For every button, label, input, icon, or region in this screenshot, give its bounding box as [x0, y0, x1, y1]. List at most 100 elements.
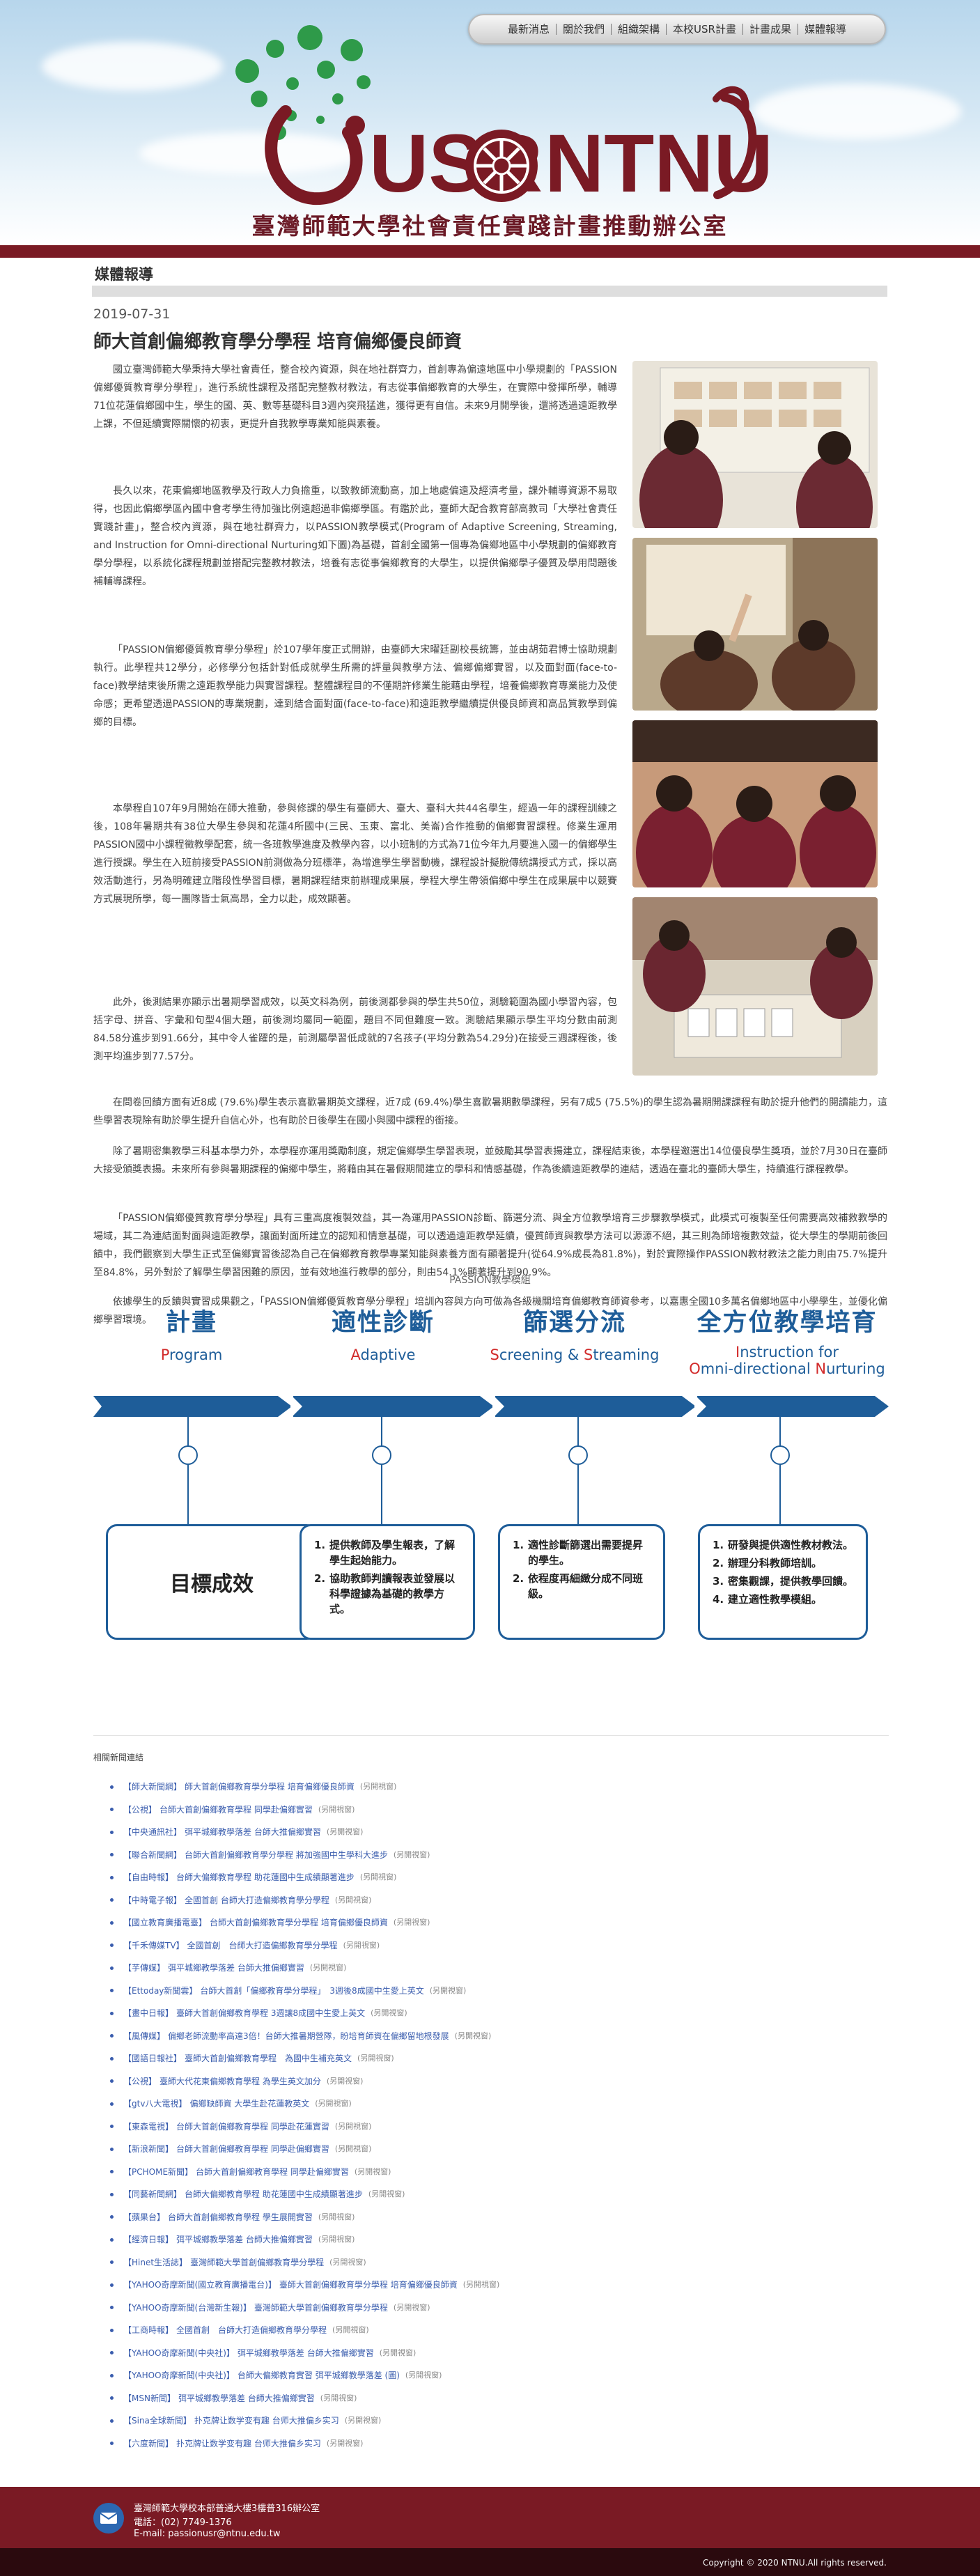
news-source[interactable]: 【國立教育廣播電臺】: [123, 1917, 207, 1928]
news-title-link[interactable]: 全國首創 台師大打造偏鄉教育學分學程: [187, 1940, 338, 1951]
news-title-link[interactable]: 扑克牌让数学变有趣 台师大推偏乡实习: [194, 2415, 339, 2426]
news-title-link[interactable]: 台師大首創偏鄉教育學程 同學赴偏鄉實習: [160, 1804, 313, 1815]
news-source[interactable]: 【蘋果台】: [123, 2212, 165, 2223]
news-link-item[interactable]: 【國語日報社】 臺師大首創偏鄉教育學程 為國中生補充英文 (另開視窗): [110, 2047, 807, 2070]
news-title-link[interactable]: 台師大首創「偏鄉教育學分學程」 3週後8成國中生愛上英文: [200, 1985, 423, 1996]
news-title-link[interactable]: 弭平城鄉教學落差 台師大推偏鄉實習: [176, 2234, 313, 2245]
news-source[interactable]: 【YAHOO奇摩新聞(中央社)】: [123, 2348, 235, 2359]
adaptive-box: 1. 提供教師及學生報表，了解學生起始能力。 2. 協助教師判讀報表並發展以科學證據…: [300, 1524, 475, 1640]
news-title-link[interactable]: 師大首創偏鄉教育學分學程 培育偏鄉優良師資: [185, 1781, 355, 1792]
news-title-link[interactable]: 扑克牌让数学变有趣 台师大推偏乡实习: [176, 2438, 321, 2449]
news-source[interactable]: 【畫中日報】: [123, 2008, 173, 2019]
news-title-link[interactable]: 弭平城鄉教學落差 台師大推偏鄉實習: [178, 2393, 315, 2404]
news-source[interactable]: 【YAHOO奇摩新聞(國立教育廣播電台)】: [123, 2279, 277, 2290]
news-link-item[interactable]: 【國立教育廣播電臺】 台師大首創偏鄉教育學分學程 培育偏鄉優良師資 (另開視窗): [110, 1911, 807, 1934]
news-link-item[interactable]: 【千禾傳媒TV】 全國首創 台師大打造偏鄉教育學分學程 (另開視窗): [110, 1934, 807, 1957]
news-link-item[interactable]: 【東森電視】 台師大首創偏鄉教育學程 同學赴花蓮實習 (另開視窗): [110, 2116, 807, 2139]
news-link-item[interactable]: 【YAHOO奇摩新聞(中央社)】 弭平城鄉教學落差 台師大推偏鄉實習 (另開視窗): [110, 2342, 807, 2365]
news-link-item[interactable]: 【PCHOME新聞】 台師大首創偏鄉教育學程 同學赴偏鄉實習 (另開視窗): [110, 2161, 807, 2184]
news-title-link[interactable]: 臺灣師範大學首創偏鄉教育學分學程: [190, 2257, 324, 2268]
news-link-item[interactable]: 【六度新聞】 扑克牌让数学变有趣 台师大推偏乡实习 (另開視窗): [110, 2433, 807, 2455]
news-link-item[interactable]: 【gtv八大電視】 偏鄉缺師資 大學生赴花蓮教英文 (另開視窗): [110, 2093, 807, 2116]
news-link-item[interactable]: 【YAHOO奇摩新聞(台灣新生報)】 臺灣師範大學首創偏鄉教育學分學程 (另開視窗): [110, 2297, 807, 2320]
news-source[interactable]: 【東森電視】: [123, 2121, 173, 2132]
news-source[interactable]: 【國語日報社】: [123, 2053, 182, 2064]
news-link-item[interactable]: 【公視】 臺師大代花東偏鄉教育學程 為學生英文加分 (另開視窗): [110, 2070, 807, 2093]
news-link-item[interactable]: 【經濟日報】 弭平城鄉教學落差 台師大推偏鄉實習 (另開視窗): [110, 2228, 807, 2251]
news-link-item[interactable]: 【風傳媒】 偏鄉老師流動率高達3倍！台師大推暑期營隊，盼培育師資在偏鄉留地根發展 (…: [110, 2025, 807, 2048]
news-link-item[interactable]: 【公視】 台師大首創偏鄉教育學程 同學赴偏鄉實習 (另開視窗): [110, 1799, 807, 1822]
news-link-item[interactable]: 【工商時報】 全國首創 台師大打造偏鄉教育學分學程 (另開視窗): [110, 2319, 807, 2342]
news-link-item[interactable]: 【YAHOO奇摩新聞(中央社)】 台師大偏鄉教育實習 弭平城鄉教學落差 (圖) (另…: [110, 2364, 807, 2387]
news-title-link[interactable]: 臺師大首創偏鄉教育學分學程 培育偏鄉優良師資: [279, 2279, 458, 2290]
news-title-link[interactable]: 台師大偏鄉教育學程 助花蓮國中生成績顯著進步: [185, 2189, 363, 2200]
news-source[interactable]: 【風傳媒】: [123, 2031, 165, 2042]
news-source[interactable]: 【中央通訊社】: [123, 1826, 182, 1838]
news-title-link[interactable]: 台師大首創偏鄉教育學分學程 將加強國中生學科大進步: [185, 1849, 388, 1861]
news-link-item[interactable]: 【Hinet生活誌】 臺灣師範大學首創偏鄉教育學分學程 (另開視窗): [110, 2251, 807, 2274]
news-link-item[interactable]: 【MSN新聞】 弭平城鄉教學落差 台師大推偏鄉實習 (另開視窗): [110, 2387, 807, 2410]
news-title-link[interactable]: 全國首創 台師大打造偏鄉教育學分學程: [176, 2325, 327, 2336]
news-link-item[interactable]: 【聯合新聞網】 台師大首創偏鄉教育學分學程 將加強國中生學科大進步 (另開視窗): [110, 1844, 807, 1867]
news-link-item[interactable]: 【Ettoday新聞雲】 台師大首創「偏鄉教育學分學程」 3週後8成國中生愛上英文…: [110, 1980, 807, 2003]
news-source[interactable]: 【公視】: [123, 1804, 157, 1815]
news-title-link[interactable]: 台師大首創偏鄉教育學程 學生展開實習: [168, 2212, 313, 2223]
news-source[interactable]: 【公視】: [123, 2076, 157, 2087]
news-title-link[interactable]: 台師大偏鄉教育學程 助花蓮國中生成績顯著進步: [176, 1872, 355, 1883]
news-source[interactable]: 【六度新聞】: [123, 2438, 173, 2449]
news-source[interactable]: 【YAHOO奇摩新聞(台灣新生報)】: [123, 2302, 251, 2313]
diagram-caption: PASSION教學模組: [449, 1275, 531, 1286]
footer-email[interactable]: E-mail: passionusr@ntnu.edu.tw: [134, 2529, 281, 2539]
news-title-link[interactable]: 台師大偏鄉教育實習 弭平城鄉教學落差 (圖): [238, 2370, 400, 2381]
news-title-link[interactable]: 弭平城鄉教學落差 台師大推偏鄉實習: [185, 1826, 321, 1838]
news-source[interactable]: 【Ettoday新聞雲】: [123, 1985, 197, 1996]
news-link-item[interactable]: 【中時電子報】 全國首創 台師大打造偏鄉教育學分學程 (另開視窗): [110, 1889, 807, 1912]
news-title-link[interactable]: 弭平城鄉教學落差 台師大推偏鄉實習: [238, 2348, 374, 2359]
news-source[interactable]: 【PCHOME新聞】: [123, 2166, 193, 2178]
news-source[interactable]: 【師大新聞網】: [123, 1781, 182, 1792]
news-title-link[interactable]: 臺灣師範大學首創偏鄉教育學分學程: [254, 2302, 388, 2313]
news-link-item[interactable]: 【畫中日報】 臺師大首創偏鄉教育學程 3週讓8成國中生愛上英文 (另開視窗): [110, 2002, 807, 2025]
photo-classroom-students-hands-up[interactable]: [632, 538, 878, 711]
news-title-link[interactable]: 臺師大首創偏鄉教育學程 3週讓8成國中生愛上英文: [176, 2008, 365, 2019]
news-link-item[interactable]: 【蘋果台】 台師大首創偏鄉教育學程 學生展開實習 (另開視窗): [110, 2206, 807, 2229]
photo-students-game[interactable]: [632, 897, 878, 1076]
news-link-item[interactable]: 【YAHOO奇摩新聞(國立教育廣播電台)】 臺師大首創偏鄉教育學分學程 培育偏鄉優…: [110, 2274, 807, 2297]
news-source[interactable]: 【經濟日報】: [123, 2234, 173, 2245]
news-title-link[interactable]: 台師大首創偏鄉教育學程 同學赴花蓮實習: [176, 2121, 329, 2132]
news-link-item[interactable]: 【Sina全球新聞】 扑克牌让数学变有趣 台师大推偏乡实习 (另開視窗): [110, 2410, 807, 2433]
news-link-item[interactable]: 【同藝新聞網】 台師大偏鄉教育學程 助花蓮國中生成績顯著進步 (另開視窗): [110, 2183, 807, 2206]
news-title-link[interactable]: 台師大首創偏鄉教育學分學程 培育偏鄉優良師資: [210, 1917, 388, 1928]
news-source[interactable]: 【同藝新聞網】: [123, 2189, 182, 2200]
news-link-item[interactable]: 【新浪新聞】 台師大首創偏鄉教育學程 同學赴偏鄉實習 (另開視窗): [110, 2138, 807, 2161]
news-title-link[interactable]: 偏鄉老師流動率高達3倍！台師大推暑期營隊，盼培育師資在偏鄉留地根發展: [168, 2031, 449, 2042]
photo-classroom-board[interactable]: [632, 361, 878, 528]
news-source[interactable]: 【芋傳媒】: [123, 1962, 165, 1973]
news-source[interactable]: 【Sina全球新聞】: [123, 2415, 192, 2426]
news-source[interactable]: 【YAHOO奇摩新聞(中央社)】: [123, 2370, 235, 2381]
news-source[interactable]: 【gtv八大電視】: [123, 2098, 187, 2109]
news-link-item[interactable]: 【自由時報】 台師大偏鄉教育學程 助花蓮國中生成績顯著進步 (另開視窗): [110, 1866, 807, 1889]
news-title-link[interactable]: 台師大首創偏鄉教育學程 同學赴偏鄉實習: [196, 2166, 349, 2178]
news-title-link[interactable]: 偏鄉缺師資 大學生赴花蓮教英文: [189, 2098, 309, 2109]
nav-item-media[interactable]: 媒體報導: [798, 24, 853, 35]
related-news-title: 相關新聞連結: [93, 1753, 144, 1762]
news-source[interactable]: 【工商時報】: [123, 2325, 173, 2336]
news-source[interactable]: 【中時電子報】: [123, 1895, 182, 1906]
news-source[interactable]: 【自由時報】: [123, 1872, 173, 1883]
stage-title: 全方位教學培育: [697, 1309, 878, 1337]
news-link-item[interactable]: 【師大新聞網】 師大首創偏鄉教育學分學程 培育偏鄉優良師資 (另開視窗): [110, 1776, 807, 1799]
news-title-link[interactable]: 台師大首創偏鄉教育學程 同學赴偏鄉實習: [176, 2143, 329, 2155]
photo-students-group[interactable]: [632, 720, 878, 887]
news-source[interactable]: 【聯合新聞網】: [123, 1849, 182, 1861]
news-source[interactable]: 【千禾傳媒TV】: [123, 1940, 185, 1951]
news-title-link[interactable]: 全國首創 台師大打造偏鄉教育學分學程: [185, 1895, 329, 1906]
news-source[interactable]: 【新浪新聞】: [123, 2143, 173, 2155]
news-source[interactable]: 【Hinet生活誌】: [123, 2257, 187, 2268]
news-link-item[interactable]: 【芋傳媒】 弭平城鄉教學落差 台師大推偏鄉實習 (另開視窗): [110, 1957, 807, 1980]
news-link-item[interactable]: 【中央通訊社】 弭平城鄉教學落差 台師大推偏鄉實習 (另開視窗): [110, 1821, 807, 1844]
news-title-link[interactable]: 臺師大首創偏鄉教育學程 為國中生補充英文: [185, 2053, 352, 2064]
news-title-link[interactable]: 弭平城鄉教學落差 台師大推偏鄉實習: [168, 1962, 304, 1973]
news-title-link[interactable]: 臺師大代花東偏鄉教育學程 為學生英文加分: [160, 2076, 321, 2087]
news-source[interactable]: 【MSN新聞】: [123, 2393, 176, 2404]
